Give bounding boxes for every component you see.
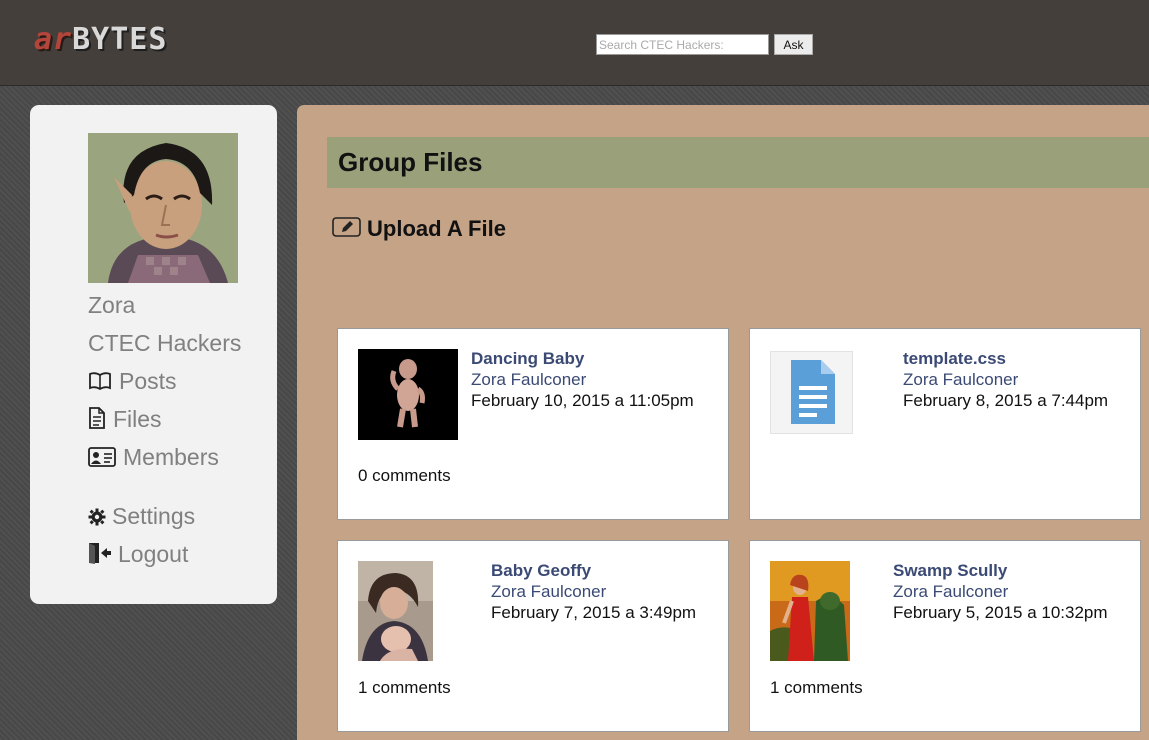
main-content: Group Files Upload A File Dancing Baby Z… (297, 105, 1149, 740)
file-author-link[interactable]: Zora Faulconer (471, 370, 586, 390)
settings-link[interactable]: Settings (88, 503, 195, 532)
file-title-link[interactable]: Baby Geoffy (491, 561, 591, 581)
file-date: February 5, 2015 a 10:32pm (893, 603, 1108, 622)
arbytes-logo[interactable]: arBYTES (34, 22, 167, 58)
logout-door-icon (88, 542, 112, 570)
search-input[interactable] (596, 34, 769, 55)
sidebar-item-files[interactable]: Files (88, 406, 162, 435)
logo-ar-text: ar (34, 22, 73, 57)
user-avatar[interactable] (88, 133, 238, 283)
file-date: February 8, 2015 a 7:44pm (903, 391, 1109, 410)
comments-link[interactable]: 1 comments (358, 678, 451, 698)
sidebar-item-label: Members (123, 444, 219, 470)
ask-button[interactable]: Ask (774, 34, 813, 55)
file-card: Swamp Scully Zora Faulconer February 5, … (749, 540, 1141, 732)
logout-label: Logout (118, 541, 189, 567)
avatar-portrait-image (88, 133, 238, 283)
swamp-scully-poster (770, 561, 850, 661)
id-card-icon (88, 446, 116, 473)
file-author-link[interactable]: Zora Faulconer (893, 582, 1008, 602)
group-name[interactable]: CTEC Hackers (88, 330, 241, 357)
comments-link[interactable]: 1 comments (770, 678, 863, 698)
upload-file-label: Upload A File (367, 216, 506, 241)
page-heading-bar: Group Files (327, 137, 1149, 188)
file-author-link[interactable]: Zora Faulconer (491, 582, 606, 602)
dancing-baby-image (358, 349, 458, 440)
settings-label: Settings (112, 503, 196, 529)
sidebar-item-posts[interactable]: Posts (88, 368, 177, 397)
sidebar-item-label: Posts (119, 368, 177, 394)
top-bar: arBYTES Ask (0, 0, 1149, 86)
file-title-link[interactable]: template.css (903, 349, 1006, 369)
file-date: February 10, 2015 a 11:05pm (471, 391, 694, 410)
file-date: February 7, 2015 a 3:49pm (491, 603, 697, 622)
comments-link[interactable]: 0 comments (358, 466, 451, 486)
sidebar-item-members[interactable]: Members (88, 444, 219, 473)
gear-icon (88, 505, 106, 532)
page-title: Group Files (338, 147, 483, 177)
sidebar-item-label: Files (113, 406, 162, 432)
file-thumbnail[interactable] (770, 561, 850, 661)
document-file-icon (791, 360, 835, 424)
book-icon (88, 370, 112, 397)
file-author-link[interactable]: Zora Faulconer (903, 370, 1018, 390)
edit-pencil-icon (332, 216, 361, 242)
mother-baby-photo (358, 561, 433, 661)
file-title-link[interactable]: Swamp Scully (893, 561, 1007, 581)
logout-link[interactable]: Logout (88, 541, 188, 570)
upload-file-link[interactable]: Upload A File (332, 215, 506, 243)
file-thumbnail[interactable] (358, 349, 458, 440)
logo-bytes-text: BYTES (72, 22, 168, 57)
file-card: Dancing Baby Zora Faulconer February 10,… (337, 328, 729, 520)
file-thumbnail[interactable] (770, 351, 853, 434)
file-title-link[interactable]: Dancing Baby (471, 349, 584, 369)
file-card: Baby Geoffy Zora Faulconer February 7, 2… (337, 540, 729, 732)
sidebar: Zora CTEC Hackers Posts Files Members Se… (30, 105, 277, 604)
file-thumbnail[interactable] (358, 561, 433, 661)
document-icon (88, 407, 106, 435)
file-card: template.css Zora Faulconer February 8, … (749, 328, 1141, 520)
user-name[interactable]: Zora (88, 292, 135, 319)
